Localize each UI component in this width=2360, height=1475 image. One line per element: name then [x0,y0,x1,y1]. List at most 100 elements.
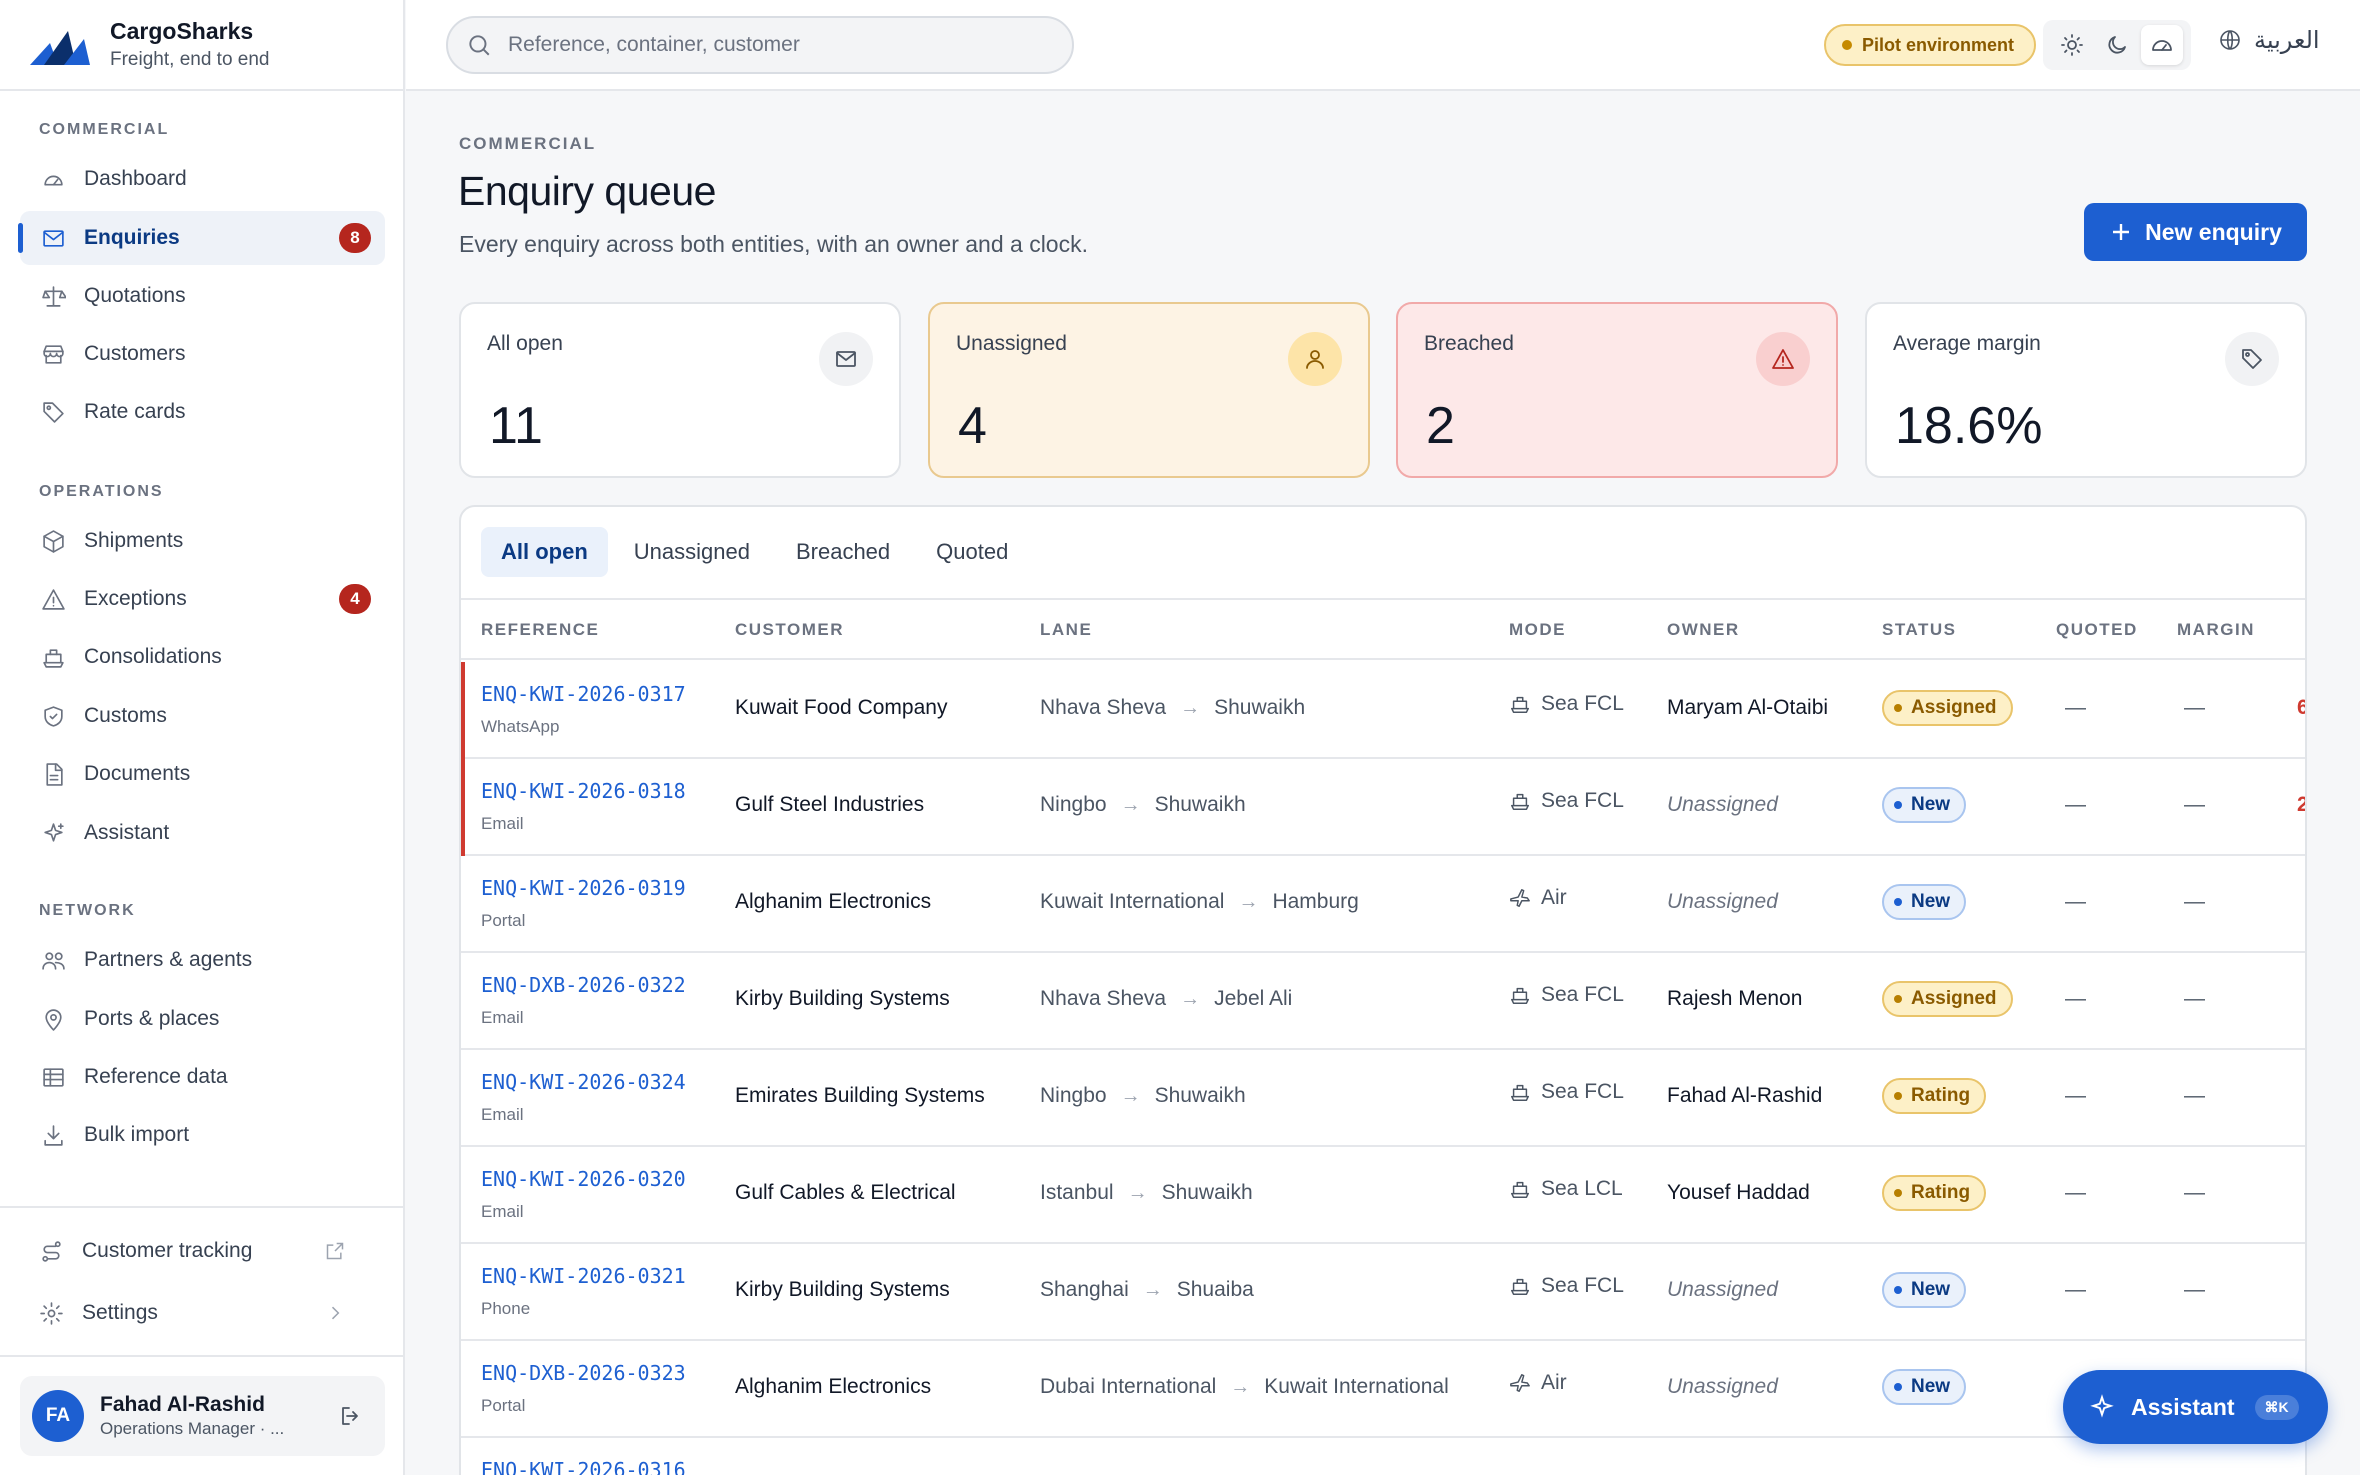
sidebar-item-documents[interactable]: Documents [20,747,385,801]
source-channel: Portal [481,1396,526,1415]
reference-link[interactable]: ENQ-KWI-2026-0324 [481,1070,686,1094]
tab-unassigned[interactable]: Unassigned [614,527,770,577]
sidebar-item-label: Documents [84,762,191,785]
table-row[interactable]: ENQ-DXB-2026-0322 Email Kirby Building Sys… [461,953,2305,1050]
owner-name: Fahad Al-Rashid [1667,1084,1823,1107]
column-header-customer[interactable]: CUSTOMER [735,620,844,640]
lane-destination: Shuwaikh [1154,793,1246,816]
reference-link[interactable]: ENQ-KWI-2026-0316 [481,1458,686,1475]
stat-card-average-margin[interactable]: Average margin 18.6% [1865,302,2307,478]
logout-icon[interactable] [339,1404,363,1428]
sidebar-item-shipments[interactable]: Shipments [20,514,385,568]
status-dot [1894,1286,1902,1294]
tag-icon [40,399,66,425]
page-subtitle: Every enquiry across both entities, with… [459,231,1088,257]
sidebar-item-quotations[interactable]: Quotations [20,269,385,323]
stat-card-unassigned[interactable]: Unassigned 4 [928,302,1370,478]
stat-label: Average margin [1893,332,2041,355]
table-row[interactable]: ENQ-KWI-2026-0318 Email Gulf Steel Industr… [461,759,2305,856]
sidebar-item-exceptions[interactable]: Exceptions 4 [20,572,385,626]
status-badge: Rating [1882,1078,1987,1114]
table-row[interactable]: ENQ-KWI-2026-0320 Email Gulf Cables & Elec… [461,1147,2305,1244]
table-row[interactable]: ENQ-KWI-2026-0319 Portal Alghanim Electron… [461,856,2305,953]
stat-label: Breached [1424,332,1514,355]
sidebar-item-consolidations[interactable]: Consolidations [20,630,385,684]
table-row[interactable]: ENQ-KWI-2026-0317 WhatsApp Kuwait Food Com… [461,662,2305,759]
lane-origin: Kuwait International [1040,890,1225,913]
table-row[interactable]: ENQ-KWI-2026-0321 Phone Kirby Building Sys… [461,1244,2305,1341]
stat-card-breached[interactable]: Breached 2 [1396,302,1838,478]
sidebar-item-reference-data[interactable]: Reference data [20,1050,385,1104]
owner-name: Unassigned [1667,1278,1778,1301]
dark-theme-button[interactable] [2096,25,2138,65]
table-row[interactable]: ENQ-DXB-2026-0323 Portal Alghanim Electron… [461,1341,2305,1438]
table-row[interactable]: ENQ-KWI-2026-0324 Email Emirates Building … [461,1050,2305,1147]
sidebar-item-bulk-import[interactable]: Bulk import [20,1108,385,1162]
column-header-status[interactable]: STATUS [1882,620,1956,640]
plane-icon [1510,1374,1530,1392]
transport-mode: Sea FCL [1509,983,1624,1007]
reference-link[interactable]: ENQ-KWI-2026-0320 [481,1167,686,1191]
source-channel: WhatsApp [481,717,560,736]
new-enquiry-button[interactable]: New enquiry [2084,203,2307,261]
customer-name: Alghanim Electronics [735,890,932,913]
stat-card-all-open[interactable]: All open 11 [459,302,901,478]
tab-quoted[interactable]: Quoted [916,527,1028,577]
column-header-mode[interactable]: MODE [1509,620,1566,640]
status-label: Assigned [1911,988,1997,1009]
assistant-button[interactable]: Assistant ⌘K [2063,1370,2328,1444]
search-input[interactable] [508,33,1028,57]
sidebar-item-ports[interactable]: Ports & places [20,992,385,1046]
sidebar-item-rate-cards[interactable]: Rate cards [20,385,385,439]
language-switcher[interactable]: العربية [2218,26,2320,54]
reference-link[interactable]: ENQ-KWI-2026-0321 [481,1264,686,1288]
sidebar-item-assistant[interactable]: Assistant [20,806,385,860]
system-theme-button[interactable] [2141,25,2184,65]
status-dot [1894,995,1902,1003]
reference-link[interactable]: ENQ-KWI-2026-0317 [481,682,686,706]
source-channel: Phone [481,1299,531,1318]
sidebar-item-customs[interactable]: Customs [20,689,385,743]
tab-all-open[interactable]: All open [481,527,608,577]
reference-link[interactable]: ENQ-DXB-2026-0323 [481,1361,686,1385]
user-card[interactable]: FA Fahad Al-Rashid Operations Manager · … [20,1376,385,1456]
table-row[interactable]: ENQ-KWI-2026-0316 [461,1438,2305,1475]
new-enquiry-label: New enquiry [2145,218,2282,245]
search-box[interactable] [446,16,1074,74]
map-pin-icon [40,1006,66,1032]
reference-link[interactable]: ENQ-DXB-2026-0322 [481,973,686,997]
sidebar-item-settings[interactable]: Settings [18,1286,383,1340]
sidebar-item-customer-tracking[interactable]: Customer tracking [18,1224,383,1278]
status-label: Assigned [1911,697,1997,718]
column-header-lane[interactable]: LANE [1040,620,1092,640]
column-header-margin[interactable]: MARGIN [2177,620,2255,640]
ship-icon [1511,987,1529,1004]
sidebar-item-customers[interactable]: Customers [20,327,385,381]
warning-icon [1756,332,1810,386]
tab-breached[interactable]: Breached [776,527,910,577]
brand[interactable]: CargoSharks Freight, end to end [0,0,403,91]
lane-destination: Jebel Ali [1214,987,1293,1010]
ship-icon [40,644,66,670]
light-theme-button[interactable] [2051,25,2093,65]
lane: Dubai International → Kuwait International [1040,1375,1449,1399]
brand-name: CargoSharks [110,18,254,44]
arrow-right-icon: → [1120,1084,1141,1107]
reference-link[interactable]: ENQ-KWI-2026-0319 [481,876,686,900]
reference-link[interactable]: ENQ-KWI-2026-0318 [481,779,686,803]
plane-icon [1510,889,1530,907]
gauge-icon [2152,40,2173,51]
column-header-quoted[interactable]: QUOTED [2056,620,2138,640]
overflow-value: 6 [2297,696,2305,720]
ship-icon [1511,1084,1529,1101]
sparkle-icon [40,820,66,846]
sidebar-item-enquiries[interactable]: Enquiries 8 [18,211,385,265]
stat-value: 11 [489,397,543,455]
source-channel: Email [481,1202,524,1221]
sidebar-item-dashboard[interactable]: Dashboard [20,152,385,206]
column-header-owner[interactable]: OWNER [1667,620,1740,640]
sidebar-item-partners[interactable]: Partners & agents [20,933,385,987]
column-header-reference[interactable]: REFERENCE [481,620,599,640]
status-badge: New [1882,884,1967,920]
margin-value: — [2184,1084,2205,1107]
